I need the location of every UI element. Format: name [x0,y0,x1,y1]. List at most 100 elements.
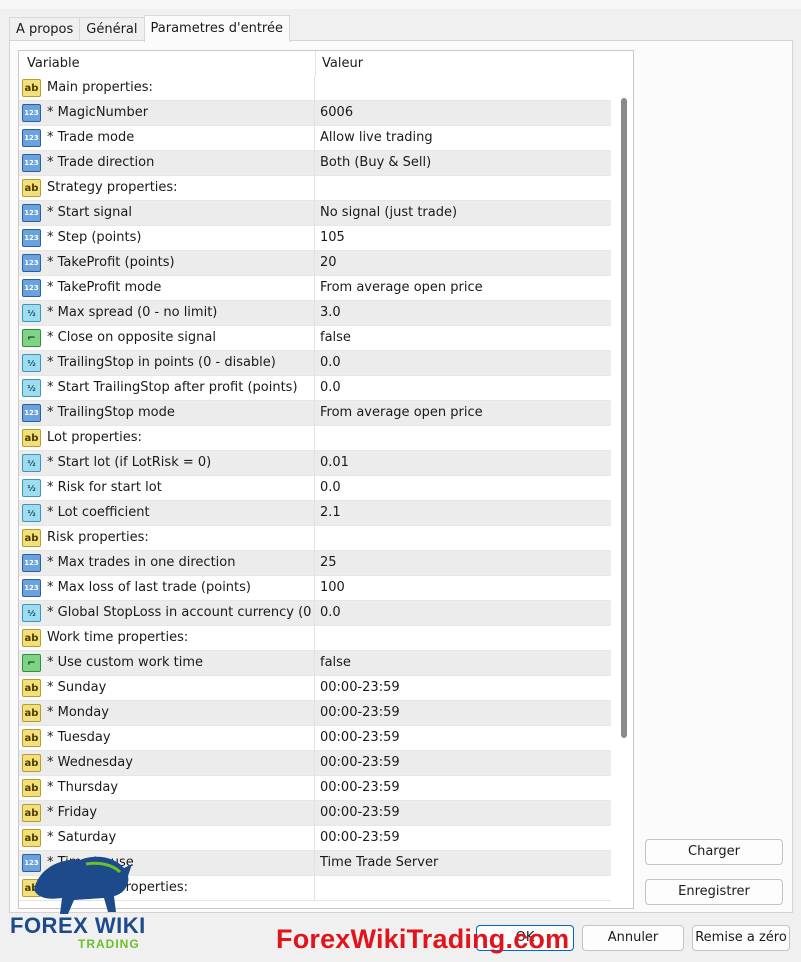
value-cell[interactable]: 00:00-23:59 [320,801,400,825]
variable-cell: 123 * Trade mode [19,126,315,150]
string-type-icon: ab [22,779,41,797]
scrollbar-thumb[interactable] [621,98,627,738]
integer-type-icon: 123 [22,104,41,122]
table-row[interactable]: ab Main properties: [19,76,611,101]
table-row[interactable]: ab Strategy properties: [19,176,611,201]
value-cell[interactable]: 100 [320,576,345,600]
table-row[interactable]: ½ * Max spread (0 - no limit) 3.0 [19,301,611,326]
table-row[interactable]: ab Lot properties: [19,426,611,451]
table-row[interactable]: 123 * TakeProfit (points) 20 [19,251,611,276]
column-header-variable[interactable]: Variable [27,51,80,76]
table-row[interactable]: 123 * Trade mode Allow live trading [19,126,611,151]
remise-a-zero-button[interactable]: Remise a zéro [692,925,790,951]
value-cell[interactable]: 3.0 [320,301,341,325]
value-cell[interactable]: No signal (just trade) [320,201,457,225]
value-cell[interactable]: From average open price [320,401,483,425]
table-row[interactable]: ab * Tuesday 00:00-23:59 [19,726,611,751]
value-cell[interactable]: 6006 [320,101,353,125]
table-row[interactable]: ab * Monday 00:00-23:59 [19,701,611,726]
grid-rows: ab Main properties: 123 * MagicNumber 6006 12… [19,76,611,901]
value-cell[interactable]: 0.01 [320,451,349,475]
variable-name: Work time properties: [47,630,189,645]
value-cell[interactable]: From average open price [320,276,483,300]
variable-name: * Start TrailingStop after profit (point… [47,380,298,395]
integer-type-icon: 123 [22,254,41,272]
bull-icon [34,856,132,914]
value-cell[interactable]: 0.0 [320,351,341,375]
variable-name: * Start signal [47,205,132,220]
table-row[interactable]: ab * Saturday 00:00-23:59 [19,826,611,851]
variable-cell: ½ * TrailingStop in points (0 - disable) [19,351,315,375]
value-cell[interactable]: Both (Buy & Sell) [320,151,431,175]
table-row[interactable]: 123 * Trade direction Both (Buy & Sell) [19,151,611,176]
value-cell[interactable]: 00:00-23:59 [320,826,400,850]
variable-cell: ½ * Lot coefficient [19,501,315,525]
annuler-button[interactable]: Annuler [582,925,684,951]
table-row[interactable]: ab Work time properties: [19,626,611,651]
forexwiki-logo: FOREX WIKI TRADING [10,850,160,951]
variable-name: Lot properties: [47,430,142,445]
variable-name: * Start lot (if LotRisk = 0) [47,455,212,470]
table-row[interactable]: ½ * Risk for start lot 0.0 [19,476,611,501]
table-row[interactable]: ab Risk properties: [19,526,611,551]
variable-name: * Close on opposite signal [47,330,216,345]
table-row[interactable]: 123 * Max loss of last trade (points) 100 [19,576,611,601]
variable-cell: ⌐ * Close on opposite signal [19,326,315,350]
tab-a-propos[interactable]: A propos [9,17,81,42]
table-row[interactable]: ½ * Start TrailingStop after profit (poin… [19,376,611,401]
string-type-icon: ab [22,429,41,447]
table-row[interactable]: ½ * Global StopLoss in account currency (… [19,601,611,626]
variable-cell: 123 * TrailingStop mode [19,401,315,425]
charger-button[interactable]: Charger [645,839,783,865]
value-cell[interactable]: 105 [320,226,345,250]
table-row[interactable]: ab * Wednesday 00:00-23:59 [19,751,611,776]
value-cell[interactable]: 00:00-23:59 [320,776,400,800]
column-divider[interactable] [315,51,316,76]
variable-cell: ½ * Start lot (if LotRisk = 0) [19,451,315,475]
table-row[interactable]: ½ * TrailingStop in points (0 - disable) 0… [19,351,611,376]
vertical-scrollbar[interactable] [618,76,632,906]
table-row[interactable]: ½ * Start lot (if LotRisk = 0) 0.01 [19,451,611,476]
value-cell[interactable]: 20 [320,251,337,275]
value-cell[interactable]: 00:00-23:59 [320,726,400,750]
table-row[interactable]: 123 * TakeProfit mode From average open pr… [19,276,611,301]
table-row[interactable]: 123 * Max trades in one direction 25 [19,551,611,576]
tab-general[interactable]: Général [79,17,145,42]
boolean-type-icon: ⌐ [22,329,41,347]
table-row[interactable]: ab * Sunday 00:00-23:59 [19,676,611,701]
variable-cell: ½ * Risk for start lot [19,476,315,500]
variable-cell: ½ * Global StopLoss in account currency (… [19,601,315,625]
variable-name: Strategy properties: [47,180,178,195]
value-cell[interactable]: false [320,651,351,675]
table-row[interactable]: ⌐ * Close on opposite signal false [19,326,611,351]
value-cell[interactable]: false [320,326,351,350]
table-row[interactable]: ab * Thursday 00:00-23:59 [19,776,611,801]
table-row[interactable]: ab * Friday 00:00-23:59 [19,801,611,826]
value-cell[interactable]: 00:00-23:59 [320,701,400,725]
tab-parametres-entree[interactable]: Parametres d'entrée [143,15,290,42]
watermark-site: ForexWikiTrading.com [276,924,570,954]
table-row[interactable]: ⌐ * Use custom work time false [19,651,611,676]
table-row[interactable]: 123 * MagicNumber 6006 [19,101,611,126]
value-cell[interactable]: 0.0 [320,476,341,500]
value-cell[interactable]: 0.0 [320,376,341,400]
table-row[interactable]: 123 * Step (points) 105 [19,226,611,251]
string-type-icon: ab [22,629,41,647]
table-row[interactable]: 123 * Start signal No signal (just trade) [19,201,611,226]
string-type-icon: ab [22,529,41,547]
variable-name: * Saturday [47,830,117,845]
parameters-grid: Variable Valeur ab Main properties: 123 * M… [18,50,634,909]
enregistrer-button[interactable]: Enregistrer [645,879,783,905]
value-cell[interactable]: Time Trade Server [320,851,438,875]
column-header-value[interactable]: Valeur [322,51,363,76]
variable-name: * Max trades in one direction [47,555,236,570]
value-cell[interactable]: 25 [320,551,337,575]
table-row[interactable]: ½ * Lot coefficient 2.1 [19,501,611,526]
value-cell[interactable]: 2.1 [320,501,341,525]
value-cell[interactable]: 00:00-23:59 [320,676,400,700]
table-row[interactable]: 123 * TrailingStop mode From average open … [19,401,611,426]
value-cell[interactable]: 00:00-23:59 [320,751,400,775]
value-cell[interactable]: Allow live trading [320,126,433,150]
value-cell[interactable]: 0.0 [320,601,341,625]
variable-name: * Lot coefficient [47,505,150,520]
